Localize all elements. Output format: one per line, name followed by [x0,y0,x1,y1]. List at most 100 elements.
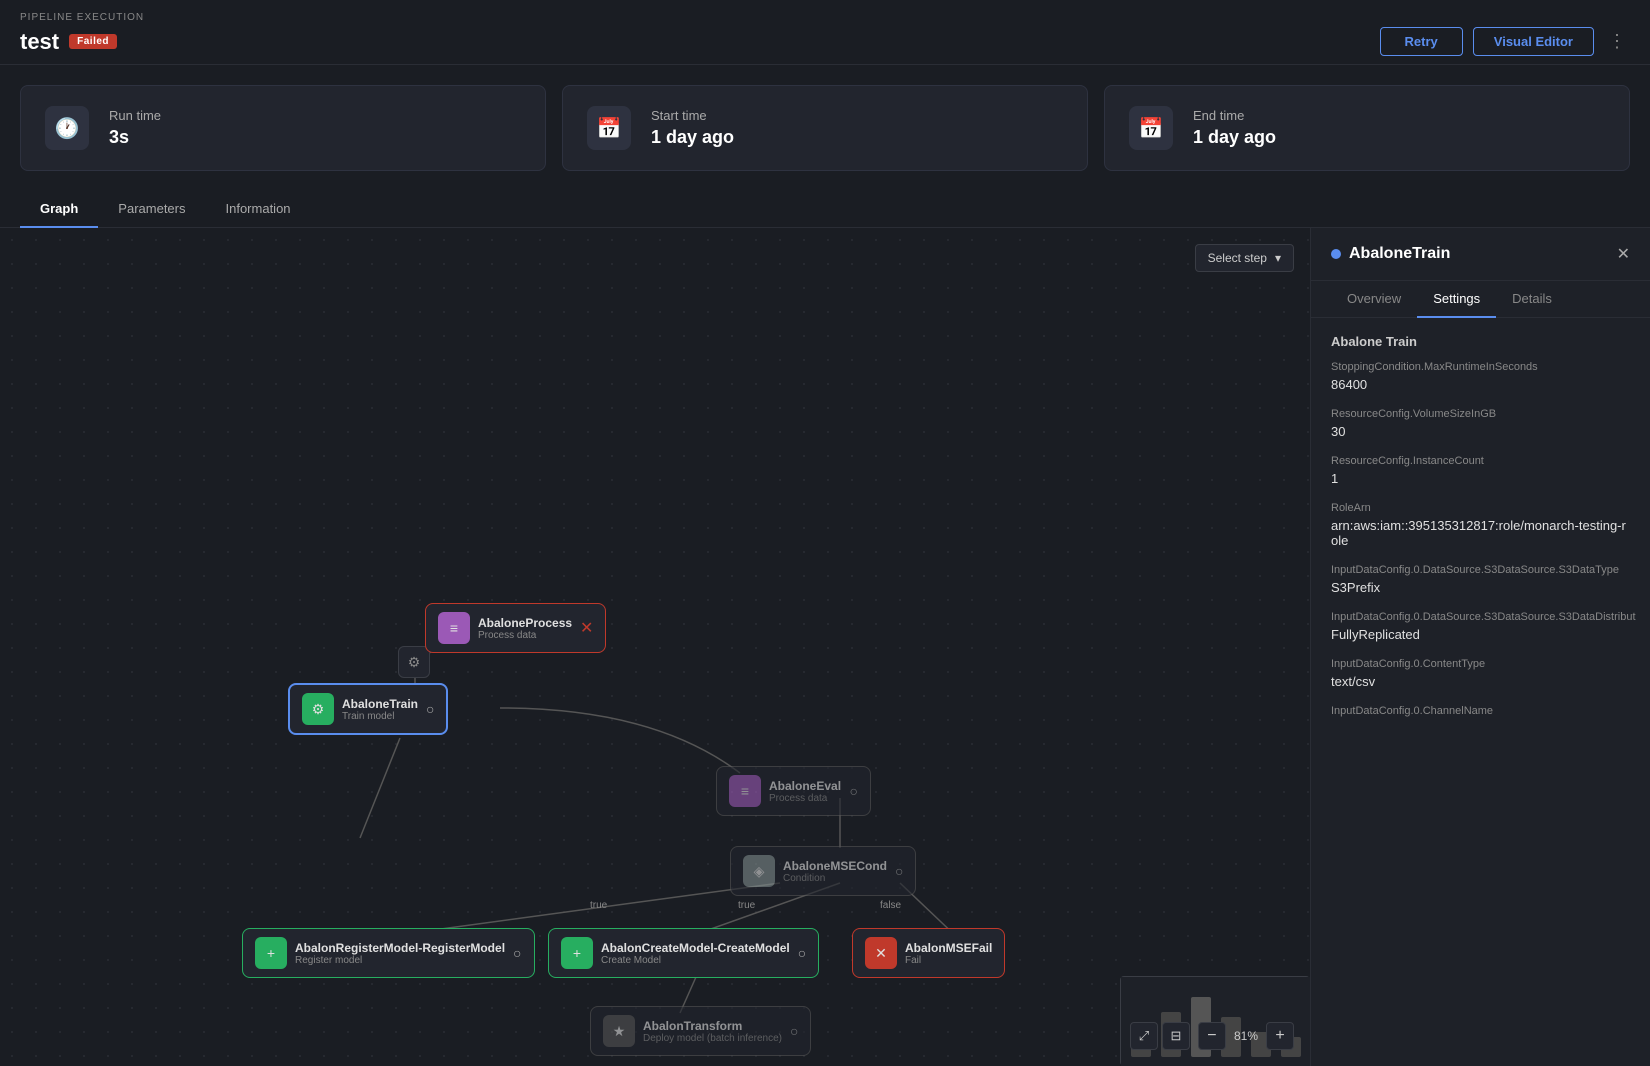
field-role-arn: RoleArn arn:aws:iam::395135312817:role/m… [1331,502,1630,548]
abalone-msefail-title: AbalonMSEFail [905,941,992,955]
header: PIPELINE EXECUTION test Failed Retry Vis… [0,0,1650,65]
abalone-train-status: ○ [426,701,434,717]
field-volume-size: ResourceConfig.VolumeSizeInGB 30 [1331,408,1630,439]
abalone-register-title: AbalonRegisterModel-RegisterModel [295,941,505,955]
field-s3-data-type-value: S3Prefix [1331,580,1630,595]
node-abalone-register[interactable]: + AbalonRegisterModel-RegisterModel Regi… [242,928,535,978]
abalone-msecond-icon: ◈ [743,855,775,887]
abalone-eval-title: AbaloneEval [769,779,841,793]
abalone-eval-status: ○ [850,783,858,799]
mini-chart [1120,976,1310,1066]
abalone-transform-icon: ★ [603,1015,635,1047]
panel-tab-details[interactable]: Details [1496,281,1568,318]
starttime-icon: 📅 [587,106,631,150]
field-s3-data-type: InputDataConfig.0.DataSource.S3DataSourc… [1331,564,1630,595]
field-channel-name-label: InputDataConfig.0.ChannelName [1331,705,1630,717]
abalone-process-status: ✕ [580,618,593,638]
abalone-msecond-subtitle: Condition [783,873,887,884]
field-stopping-condition-value: 86400 [1331,377,1630,392]
false-label: false [880,900,901,911]
zoom-out-icon-btn[interactable]: ⊟ [1162,1022,1190,1050]
abalone-register-icon: + [255,937,287,969]
stat-card-endtime: 📅 End time 1 day ago [1104,85,1630,171]
fit-view-button[interactable]: ⤢ [1130,1022,1158,1050]
field-instance-count: ResourceConfig.InstanceCount 1 [1331,455,1630,486]
node-abalone-process[interactable]: ≡ AbaloneProcess Process data ✕ [425,603,606,653]
gear-node[interactable]: ⚙ [398,646,430,678]
zoom-controls: ⤢ ⊟ − 81% + [1130,1022,1294,1050]
zoom-level-display: 81% [1234,1029,1258,1043]
tabs-bar: Graph Parameters Information [0,191,1650,228]
node-abalone-create[interactable]: + AbalonCreateModel-CreateModel Create M… [548,928,819,978]
panel-title-text: AbaloneTrain [1349,245,1450,263]
node-abalone-msecond[interactable]: ◈ AbaloneMSECond Condition ○ [730,846,916,896]
starttime-label: Start time [651,108,734,123]
panel-title: AbaloneTrain [1331,245,1450,263]
zoom-increase-button[interactable]: + [1266,1022,1294,1050]
settings-panel: AbaloneTrain ✕ Overview Settings Details… [1310,228,1650,1066]
node-abalone-train[interactable]: ⚙ AbaloneTrain Train model ○ [288,683,448,735]
field-volume-size-label: ResourceConfig.VolumeSizeInGB [1331,408,1630,420]
visual-editor-button[interactable]: Visual Editor [1473,27,1594,56]
abalone-create-title: AbalonCreateModel-CreateModel [601,941,790,955]
field-s3-distribut: InputDataConfig.0.DataSource.S3DataSourc… [1331,611,1630,642]
field-stopping-condition: StoppingCondition.MaxRuntimeInSeconds 86… [1331,361,1630,392]
abalone-create-icon: + [561,937,593,969]
abalone-transform-title: AbalonTransform [643,1019,782,1033]
zoom-icons-group: ⤢ ⊟ [1130,1022,1190,1050]
field-channel-name: InputDataConfig.0.ChannelName [1331,705,1630,717]
endtime-label: End time [1193,108,1276,123]
node-abalone-msefail[interactable]: ✕ AbalonMSEFail Fail [852,928,1005,978]
endtime-value: 1 day ago [1193,127,1276,148]
field-content-type-label: InputDataConfig.0.ContentType [1331,658,1630,670]
stat-card-starttime: 📅 Start time 1 day ago [562,85,1088,171]
panel-close-button[interactable]: ✕ [1617,244,1630,264]
tab-graph[interactable]: Graph [20,191,98,228]
panel-section-title: Abalone Train [1331,334,1630,349]
chevron-down-icon: ▾ [1275,251,1281,265]
runtime-icon: 🕐 [45,106,89,150]
abalone-create-status: ○ [798,945,806,961]
endtime-icon: 📅 [1129,106,1173,150]
more-options-icon[interactable]: ⋮ [1604,27,1630,56]
panel-tab-overview[interactable]: Overview [1331,281,1417,318]
abalone-register-status: ○ [513,945,521,961]
field-volume-size-value: 30 [1331,424,1630,439]
abalone-process-title: AbaloneProcess [478,616,572,630]
field-role-arn-label: RoleArn [1331,502,1630,514]
panel-tabs: Overview Settings Details [1311,281,1650,318]
abalone-msecond-status: ○ [895,863,903,879]
field-stopping-condition-label: StoppingCondition.MaxRuntimeInSeconds [1331,361,1630,373]
abalone-msecond-title: AbaloneMSECond [783,859,887,873]
zoom-decrease-button[interactable]: − [1198,1022,1226,1050]
stat-card-runtime: 🕐 Run time 3s [20,85,546,171]
graph-canvas[interactable]: Select step ▾ ⚙ ≡ A [0,228,1310,1066]
runtime-value: 3s [109,127,161,148]
abalone-process-icon: ≡ [438,612,470,644]
node-abalone-eval[interactable]: ≡ AbaloneEval Process data ○ [716,766,871,816]
node-abalone-transform[interactable]: ★ AbalonTransform Deploy model (batch in… [590,1006,811,1056]
starttime-value: 1 day ago [651,127,734,148]
abalone-train-subtitle: Train model [342,711,418,722]
select-step-label: Select step [1208,251,1267,265]
field-content-type: InputDataConfig.0.ContentType text/csv [1331,658,1630,689]
abalone-transform-subtitle: Deploy model (batch inference) [643,1033,782,1044]
panel-dot [1331,249,1341,259]
tab-information[interactable]: Information [206,191,311,228]
abalone-eval-icon: ≡ [729,775,761,807]
panel-body[interactable]: Abalone Train StoppingCondition.MaxRunti… [1311,318,1650,1066]
panel-tab-settings[interactable]: Settings [1417,281,1496,318]
abalone-create-subtitle: Create Model [601,955,790,966]
retry-button[interactable]: Retry [1380,27,1463,56]
runtime-label: Run time [109,108,161,123]
stats-row: 🕐 Run time 3s 📅 Start time 1 day ago 📅 E… [0,65,1650,191]
abalone-process-subtitle: Process data [478,630,572,641]
true-label-1: true [590,900,607,911]
content-area: Select step ▾ ⚙ ≡ A [0,228,1650,1066]
select-step-dropdown[interactable]: Select step ▾ [1195,244,1294,272]
pipeline-label: PIPELINE EXECUTION [20,12,1630,23]
true-label-2: true [738,900,755,911]
abalone-msefail-icon: ✕ [865,937,897,969]
page-title: test [20,29,59,55]
tab-parameters[interactable]: Parameters [98,191,205,228]
